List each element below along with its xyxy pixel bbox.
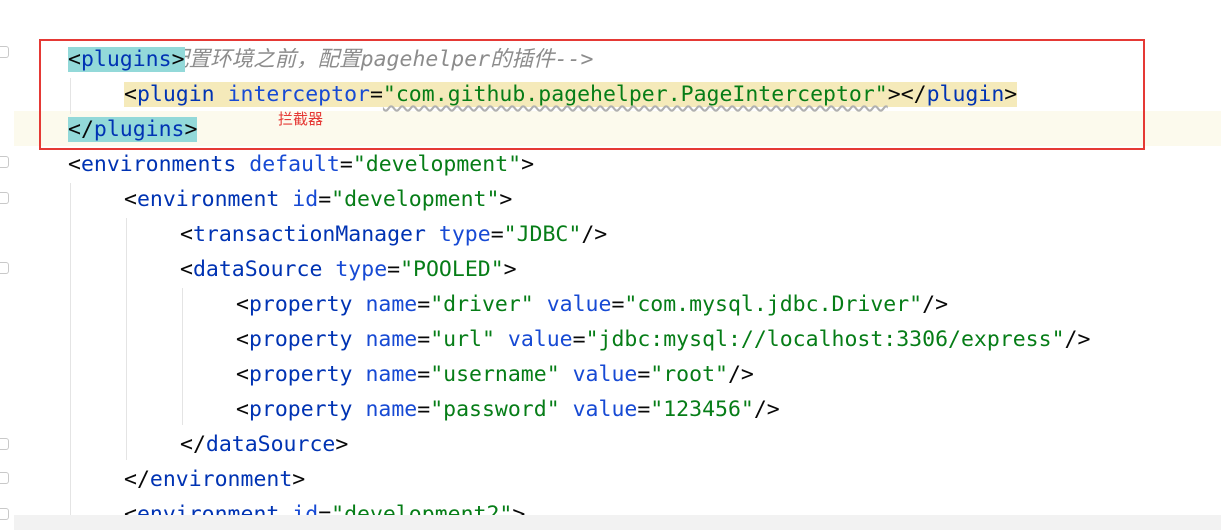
fold-icon[interactable] (0, 192, 9, 204)
xml-attribute: value (572, 362, 638, 387)
fold-icon[interactable] (0, 508, 9, 520)
xml-attribute: value (572, 397, 638, 422)
horizontal-scrollbar[interactable] (14, 515, 1221, 530)
fold-icon[interactable] (0, 262, 9, 274)
xml-tag: environment (149, 467, 293, 492)
xml-attribute: type (438, 222, 491, 247)
xml-attribute-value: "root" (650, 362, 728, 387)
xml-attribute: name (365, 397, 418, 422)
xml-attribute-value: "url" (430, 327, 495, 352)
fold-icon[interactable] (0, 438, 9, 450)
xml-attribute: type (335, 257, 388, 282)
code-line-property[interactable]: <property name="driver" value="com.mysql… (236, 287, 948, 322)
xml-attribute-value: "JDBC" (503, 222, 582, 247)
xml-tag: dataSource (205, 432, 336, 457)
xml-attribute-value: "POOLED" (400, 257, 504, 282)
fold-icon[interactable] (0, 156, 9, 168)
xml-attribute: default (249, 152, 340, 177)
xml-attribute-value: "jdbc:mysql://localhost:3306/express" (585, 327, 1065, 352)
code-line-datasource[interactable]: <dataSource type="POOLED"> (180, 252, 517, 287)
indent-guide (70, 183, 71, 530)
xml-tag: transactionManager (192, 222, 426, 247)
xml-attribute-value: "development" (352, 152, 522, 177)
indent-guide (126, 218, 127, 460)
code-line-environment-close[interactable]: </environment> (124, 462, 305, 497)
xml-tag: property (248, 362, 353, 387)
xml-attribute: id (292, 187, 319, 212)
xml-tag: environment (136, 187, 280, 212)
xml-attribute: name (365, 362, 418, 387)
xml-tag: environments (80, 152, 237, 177)
code-line-property[interactable]: <property name="url" value="jdbc:mysql:/… (236, 322, 1090, 357)
xml-attribute-value: "driver" (430, 292, 534, 317)
annotation-box (39, 39, 1145, 150)
xml-attribute-value: "username" (430, 362, 560, 387)
code-line-environment[interactable]: <environment id="development"> (124, 182, 512, 217)
code-line-transaction-manager[interactable]: <transactionManager type="JDBC"/> (180, 217, 607, 252)
xml-tag: property (248, 397, 353, 422)
xml-attribute: name (365, 327, 418, 352)
code-line-environments[interactable]: <environments default="development"> (68, 147, 534, 182)
xml-tag: property (248, 327, 353, 352)
code-line-comment[interactable]: <!--在配置环境之前，配置pagehelper的插件--> (68, 7, 594, 72)
xml-attribute: value (507, 327, 573, 352)
annotation-label: 拦截器 (278, 110, 324, 128)
xml-attribute: name (365, 292, 418, 317)
xml-attribute-value: "password" (430, 397, 560, 422)
code-line-property[interactable]: <property name="username" value="root"/> (236, 357, 754, 392)
xml-attribute-value: "development" (331, 187, 500, 212)
xml-tag: dataSource (192, 257, 323, 282)
code-line-property[interactable]: <property name="password" value="123456"… (236, 392, 780, 427)
fold-icon[interactable] (0, 472, 9, 484)
xml-tag: property (248, 292, 353, 317)
xml-attribute: value (546, 292, 612, 317)
code-line-datasource-close[interactable]: </dataSource> (180, 427, 348, 462)
fold-icon[interactable] (0, 46, 9, 58)
xml-attribute-value: "com.mysql.jdbc.Driver" (624, 292, 923, 317)
indent-guide (182, 288, 183, 425)
xml-attribute-value: "123456" (650, 397, 754, 422)
